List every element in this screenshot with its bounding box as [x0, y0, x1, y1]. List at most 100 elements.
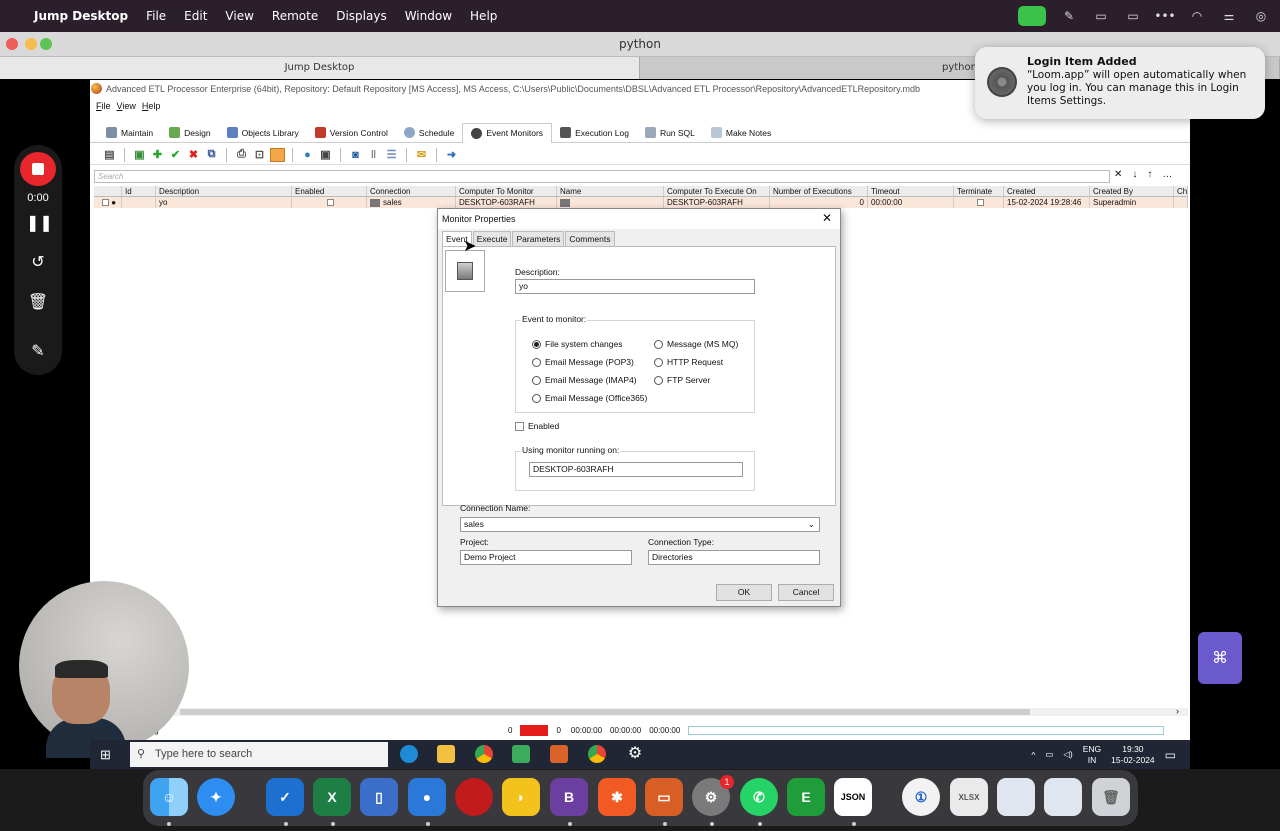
pause-icon[interactable]: ‖	[366, 148, 381, 162]
red-app-icon[interactable]	[455, 778, 493, 816]
check-icon[interactable]: ✔	[168, 148, 183, 162]
bookmark-app-icon[interactable]: ▯	[360, 778, 398, 816]
json-app-icon[interactable]: JSON	[834, 778, 872, 816]
floating-shortcut-icon[interactable]: ⌘	[1198, 632, 1242, 684]
radio-message-msmq[interactable]: Message (MS MQ)	[654, 339, 738, 349]
print-icon[interactable]: ⎙	[234, 148, 249, 162]
pause-icon[interactable]: ❚❚	[26, 212, 53, 236]
col-select[interactable]	[94, 186, 122, 196]
highlight-icon[interactable]	[270, 147, 285, 162]
dialog-tab-parameters[interactable]: Parameters	[512, 231, 565, 246]
close-window-button[interactable]	[6, 38, 18, 50]
menu-window[interactable]: Window	[405, 9, 452, 23]
tab-run-sql[interactable]: Run SQL	[637, 123, 703, 143]
table-row[interactable]: ● yo sales DESKTOP-603RAFH DESKTOP-603RA…	[94, 197, 1188, 208]
windows-search-input[interactable]: ⚲ Type here to search	[130, 742, 388, 767]
col-connection[interactable]: Connection	[367, 186, 456, 196]
dialog-close-icon[interactable]: ✕	[822, 211, 832, 225]
chrome-icon[interactable]	[475, 745, 493, 763]
settings-gear-icon[interactable]: ⚙	[626, 745, 644, 763]
list-icon[interactable]: ☰	[384, 148, 399, 162]
menu-view[interactable]: View	[225, 9, 253, 23]
menu-edit[interactable]: Edit	[184, 9, 207, 23]
trash-icon[interactable]: 🗑	[1092, 778, 1130, 816]
restart-icon[interactable]: ↺	[26, 251, 50, 275]
notifications-icon[interactable]: ▭	[1165, 748, 1176, 762]
radio-http-request[interactable]: HTTP Request	[654, 357, 723, 367]
finder-icon[interactable]: ☺	[150, 778, 188, 816]
sheet-app-icon[interactable]	[512, 745, 530, 763]
col-created[interactable]: Created	[1004, 186, 1090, 196]
arrow-down-icon[interactable]: ↓	[1132, 169, 1137, 180]
chevron-down-icon[interactable]: ⌄	[808, 518, 815, 531]
1password-icon[interactable]: ①	[902, 778, 940, 816]
app-menu-file[interactable]: File	[96, 101, 111, 115]
image-icon[interactable]: ▣	[318, 148, 333, 162]
xlsx-file-icon[interactable]: XLSX	[950, 778, 988, 816]
cell-enabled-checkbox[interactable]	[292, 197, 367, 208]
e-app-icon[interactable]: E	[787, 778, 825, 816]
draw-pen-icon[interactable]: ✎	[26, 340, 50, 364]
col-computer-to-execute[interactable]: Computer To Execute On	[664, 186, 770, 196]
project-input[interactable]: Demo Project	[460, 550, 632, 565]
col-timeout[interactable]: Timeout	[868, 186, 954, 196]
cell-terminate-checkbox[interactable]	[954, 197, 1004, 208]
facetime-camera-icon[interactable]	[1018, 6, 1046, 26]
new-icon[interactable]: ▣	[132, 148, 147, 162]
chrome-icon[interactable]	[588, 745, 606, 763]
menu-help[interactable]: Help	[470, 9, 497, 23]
tab-execution-log[interactable]: Execution Log	[552, 123, 637, 143]
whatsapp-icon[interactable]: ✆	[740, 778, 778, 816]
more-options-icon[interactable]: …	[1162, 169, 1172, 180]
properties-icon[interactable]: ▤	[102, 148, 117, 162]
wifi-icon[interactable]: ◠	[1188, 9, 1206, 23]
clock[interactable]: 19:30 15-02-2024	[1111, 744, 1154, 766]
radio-email-imap4[interactable]: Email Message (IMAP4)	[532, 375, 637, 385]
siri-icon[interactable]: ◎	[1252, 9, 1270, 23]
delete-icon[interactable]: ✖	[186, 148, 201, 162]
tab-maintain[interactable]: Maintain	[98, 123, 161, 143]
dialog-tab-comments[interactable]: Comments	[565, 231, 615, 246]
app-menu-view[interactable]: View	[117, 101, 136, 115]
scrollbar-thumb[interactable]	[180, 709, 1030, 715]
description-input[interactable]: yo	[515, 279, 755, 294]
radio-ftp-server[interactable]: FTP Server	[654, 375, 710, 385]
minimize-window-button[interactable]	[25, 38, 37, 50]
tab-event-monitors[interactable]: Event Monitors	[462, 122, 553, 143]
col-created-by[interactable]: Created By	[1090, 186, 1174, 196]
col-name[interactable]: Name	[557, 186, 664, 196]
pen-icon[interactable]: ✎	[1060, 9, 1078, 23]
tab-objects-library[interactable]: Objects Library	[219, 123, 307, 143]
bee-app-icon[interactable]: ◗	[502, 778, 540, 816]
windows-start-icon[interactable]: ⊞	[100, 747, 111, 763]
file-explorer-icon[interactable]	[437, 745, 455, 763]
menu-remote[interactable]: Remote	[272, 9, 318, 23]
tab-version-control[interactable]: Version Control	[307, 123, 396, 143]
arrow-up-icon[interactable]: ↑	[1147, 169, 1152, 180]
run-arrow-icon[interactable]: ➜	[444, 148, 459, 162]
tab-make-notes[interactable]: Make Notes	[703, 123, 779, 143]
radio-email-pop3[interactable]: Email Message (POP3)	[532, 357, 634, 367]
col-enabled[interactable]: Enabled	[292, 186, 367, 196]
more-icon[interactable]: •••	[1154, 9, 1175, 23]
zoom-window-button[interactable]	[40, 38, 52, 50]
tray-chevron-up-icon[interactable]: ^	[1031, 750, 1035, 760]
globe-icon[interactable]: ●	[300, 148, 315, 162]
voice-app-icon[interactable]: ●	[408, 778, 446, 816]
grid-search-input[interactable]: Search	[94, 170, 1110, 183]
save-icon[interactable]: ◙	[348, 148, 363, 162]
etl-processor-icon[interactable]	[550, 745, 568, 763]
copy-icon[interactable]: ⧉	[204, 148, 219, 162]
app-menu-help[interactable]: Help	[142, 101, 161, 115]
tray-network-icon[interactable]: ▭	[1045, 749, 1053, 760]
bbedit-icon[interactable]: B	[550, 778, 588, 816]
col-description[interactable]: Description	[156, 186, 292, 196]
dialog-tab-execute[interactable]: Execute	[472, 231, 512, 246]
safari-icon[interactable]: ✦	[197, 778, 235, 816]
tab-jump-desktop[interactable]: Jump Desktop	[0, 57, 640, 79]
control-center-icon[interactable]: ⚌	[1220, 9, 1238, 23]
login-item-notification[interactable]: Login Item Added “Loom.app” will open au…	[975, 47, 1265, 119]
radio-file-system-changes[interactable]: File system changes	[532, 339, 622, 349]
menu-file[interactable]: File	[146, 9, 166, 23]
enabled-checkbox[interactable]: Enabled	[515, 421, 559, 431]
